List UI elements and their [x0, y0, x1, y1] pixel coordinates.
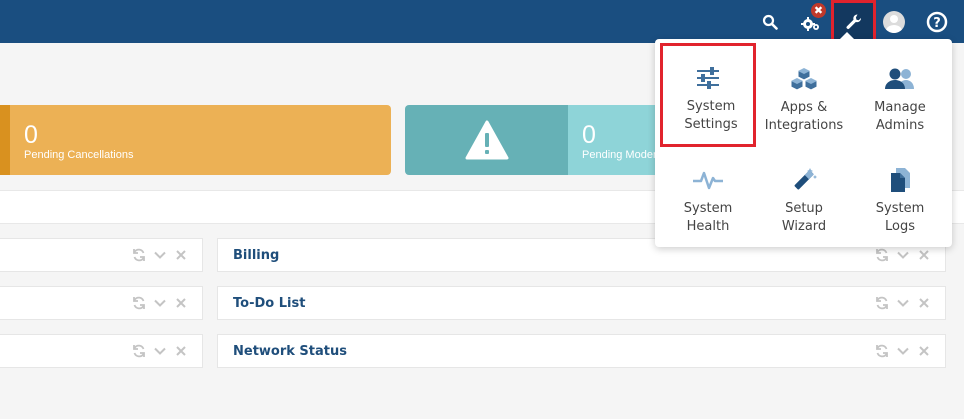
menu-item-label: Settings	[684, 117, 738, 132]
menu-item-apps-integrations[interactable]: Apps & Integrations	[756, 51, 852, 139]
panel-todo-list: To-Do List	[217, 286, 946, 320]
refresh-icon[interactable]	[131, 295, 146, 310]
sliders-icon	[663, 58, 753, 98]
close-icon[interactable]	[916, 343, 931, 358]
chevron-down-icon[interactable]	[152, 247, 167, 262]
stat-icon-area	[0, 105, 10, 175]
stat-value: 0	[24, 121, 38, 149]
refresh-icon[interactable]	[131, 247, 146, 262]
stat-pending-moderation[interactable]: 0 Pending Moderation	[568, 105, 668, 175]
close-icon[interactable]	[916, 247, 931, 262]
avatar[interactable]	[881, 0, 907, 43]
heartbeat-icon	[660, 160, 756, 200]
chevron-down-icon[interactable]	[152, 295, 167, 310]
magic-wand-icon	[756, 160, 852, 200]
cubes-icon	[756, 59, 852, 99]
chevron-down-icon[interactable]	[895, 295, 910, 310]
refresh-icon[interactable]	[874, 295, 889, 310]
menu-item-label: Admins	[875, 118, 925, 133]
stat-pending-cancellations[interactable]: 0 Pending Cancellations	[10, 105, 391, 175]
menu-item-label: Integrations	[764, 118, 844, 133]
menu-item-system-settings[interactable]: System Settings	[660, 43, 756, 147]
menu-item-label: Apps &	[780, 100, 828, 115]
stat-value: 0	[582, 121, 596, 149]
refresh-icon[interactable]	[874, 343, 889, 358]
panel	[0, 238, 203, 272]
menu-item-label: System	[875, 201, 925, 216]
close-icon[interactable]	[173, 247, 188, 262]
menu-item-label: Wizard	[781, 219, 827, 234]
close-icon[interactable]	[916, 295, 931, 310]
top-navbar: ✖ ?	[0, 0, 964, 43]
stat-label: Pending Cancellations	[24, 149, 134, 161]
help-icon[interactable]: ?	[924, 0, 950, 43]
menu-item-label: Logs	[885, 219, 915, 234]
menu-item-label: System	[683, 201, 733, 216]
chevron-down-icon[interactable]	[895, 247, 910, 262]
notification-badge: ✖	[811, 3, 826, 18]
menu-item-system-health[interactable]: System Health	[660, 152, 756, 240]
menu-item-system-logs[interactable]: System Logs	[852, 152, 948, 240]
gears-icon[interactable]: ✖	[796, 0, 826, 43]
config-dropdown-menu: System Settings Apps & Integrations Mana…	[655, 32, 952, 247]
menu-item-label: Setup	[785, 201, 823, 216]
close-icon[interactable]	[173, 343, 188, 358]
close-icon[interactable]	[173, 295, 188, 310]
chevron-down-icon[interactable]	[895, 343, 910, 358]
search-icon[interactable]	[758, 0, 782, 43]
menu-item-label: Health	[686, 219, 730, 234]
files-icon	[852, 160, 948, 200]
dropdown-caret	[840, 32, 854, 39]
warning-icon	[465, 120, 508, 160]
panel	[0, 334, 203, 368]
svg-text:?: ?	[933, 16, 941, 31]
menu-item-setup-wizard[interactable]: Setup Wizard	[756, 152, 852, 240]
panel-title[interactable]: Network Status	[233, 344, 347, 359]
menu-item-label: System	[686, 99, 736, 114]
warning-icon-area	[405, 105, 568, 175]
panel	[0, 286, 203, 320]
users-icon	[852, 59, 948, 99]
panel-title[interactable]: Billing	[233, 248, 279, 263]
refresh-icon[interactable]	[131, 343, 146, 358]
panel-network-status: Network Status	[217, 334, 946, 368]
menu-item-label: Manage	[874, 100, 926, 115]
menu-item-manage-admins[interactable]: Manage Admins	[852, 51, 948, 139]
panel-title[interactable]: To-Do List	[233, 296, 305, 311]
refresh-icon[interactable]	[874, 247, 889, 262]
chevron-down-icon[interactable]	[152, 343, 167, 358]
